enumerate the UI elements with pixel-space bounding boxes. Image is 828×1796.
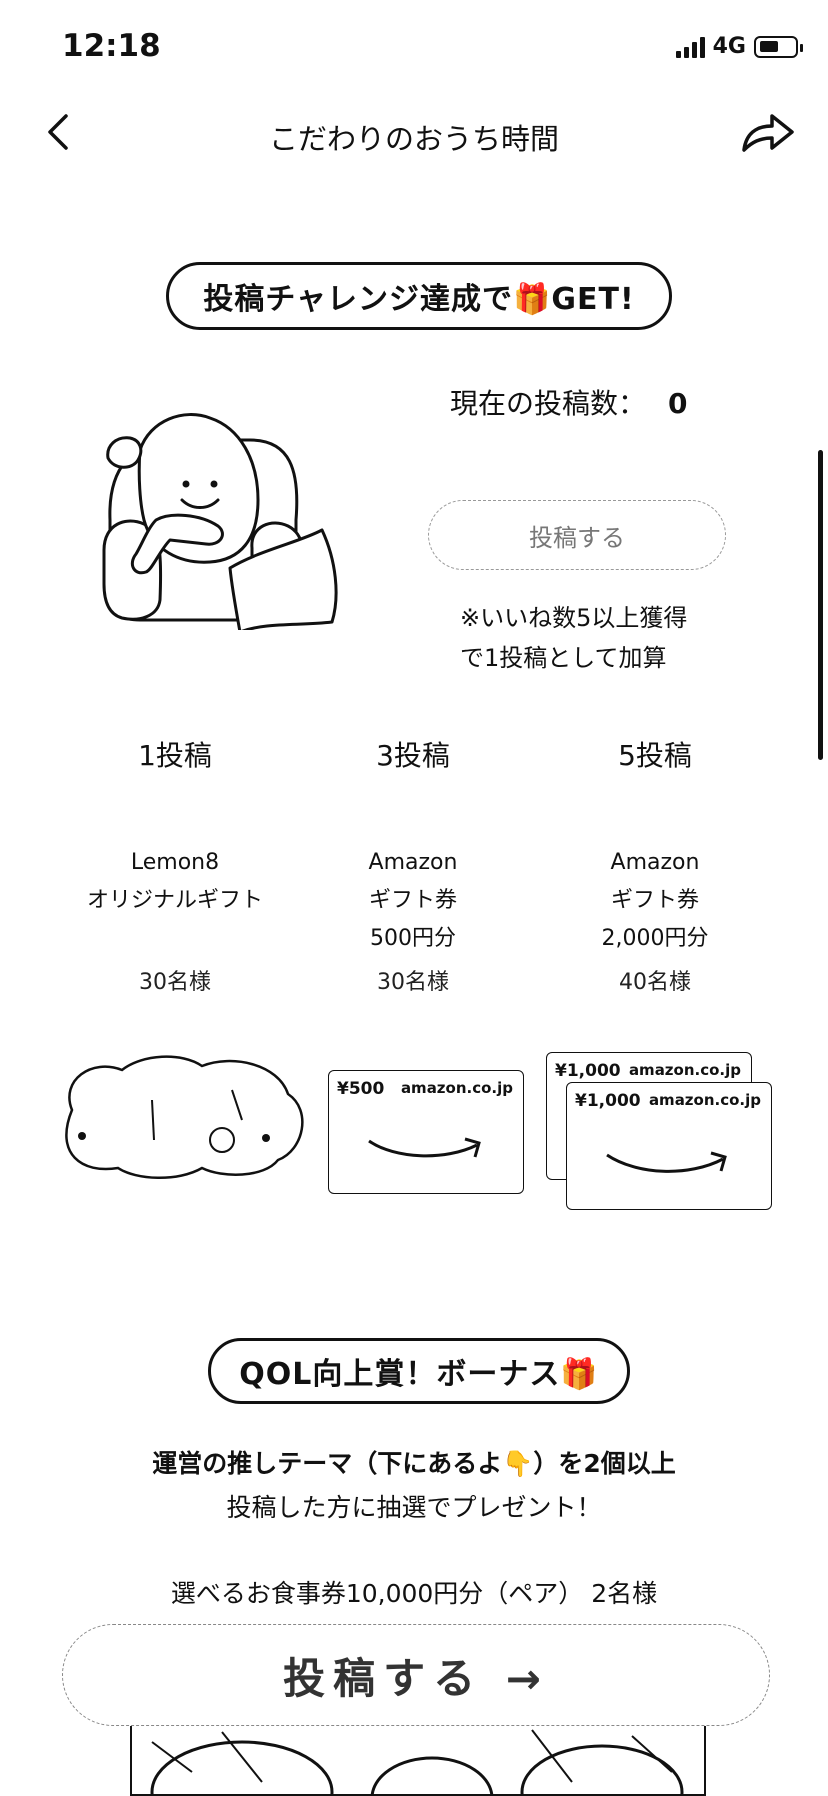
amazon-card-1000-front: ¥1,000 amazon.co.jp — [566, 1082, 772, 1210]
share-icon[interactable] — [740, 108, 796, 156]
post-note-line2: で1投稿として加算 — [460, 644, 667, 672]
card-1000-front-amount: ¥1,000 — [575, 1091, 641, 1111]
status-indicators: 4G — [675, 34, 803, 59]
bonus-heading: QOL向上賞！ボーナス🎁 — [208, 1338, 630, 1404]
amazon-card-500: ¥500 amazon.co.jp — [328, 1070, 524, 1194]
tier-2-desc: Amazon ギフト券 500円分 — [298, 844, 528, 958]
network-label: 4G — [712, 34, 746, 59]
tier-3-line3: 2,000円分 — [601, 926, 709, 951]
tier-2-winners: 30名様 — [377, 970, 449, 995]
food-photo-sketch — [150, 1729, 684, 1794]
post-button-small[interactable]: 投稿する — [428, 500, 726, 570]
amazon-smile-icon — [368, 1137, 481, 1158]
tier-1-line2: オリジナルギフト — [86, 888, 263, 913]
post-button-floating[interactable]: 投稿する → — [62, 1624, 770, 1726]
post-count-row: 現在の投稿数： 0 — [450, 382, 688, 422]
tier-1-title: 1投稿 — [138, 739, 212, 772]
signal-icon — [675, 36, 705, 58]
scrollbar[interactable] — [818, 450, 823, 760]
tier-1-winners: 30名様 — [139, 970, 211, 995]
card-1000-front-brand: amazon.co.jp — [648, 1091, 761, 1109]
page-title: こだわりのおうち時間 — [268, 122, 559, 156]
tier-3-winners: 40名様 — [619, 970, 691, 995]
tier-2-line1: Amazon — [368, 850, 458, 875]
original-gift-image — [65, 1055, 304, 1179]
tier-3-desc: Amazon ギフト券 2,000円分 — [540, 844, 770, 958]
tier-1-desc: Lemon8 オリジナルギフト — [60, 844, 290, 920]
post-note: ※いいね数5以上獲得 で1投稿として加算 — [460, 598, 740, 678]
tier-1-line1: Lemon8 — [130, 850, 220, 875]
bonus-line2: 投稿した方に抽選でプレゼント！ — [226, 1493, 602, 1522]
card-1000-back-amount: ¥1,000 — [555, 1061, 621, 1081]
food-photo — [130, 1720, 706, 1796]
card-1000-back-brand: amazon.co.jp — [628, 1061, 741, 1079]
card-500-brand: amazon.co.jp — [400, 1079, 513, 1097]
tier-2-line3: 500円分 — [370, 926, 456, 951]
status-time: 12:18 — [62, 28, 161, 64]
tier-3-line1: Amazon — [610, 850, 700, 875]
bonus-line1: 運営の推しテーマ（下にあるよ👇）を2個以上 — [152, 1449, 676, 1478]
challenge-heading: 投稿チャレンジ達成で🎁GET! — [166, 262, 672, 330]
tier-3-title: 5投稿 — [618, 739, 692, 772]
bonus-prize: 選べるお食事券10,000円分（ペア） 2名様 — [170, 1579, 658, 1608]
card-500-amount: ¥500 — [337, 1079, 385, 1099]
tier-2-title: 3投稿 — [376, 739, 450, 772]
post-count-label: 現在の投稿数： — [450, 387, 647, 420]
post-note-line1: ※いいね数5以上獲得 — [460, 604, 688, 632]
tier-2-line2: ギフト券 — [368, 888, 457, 913]
post-count-value: 0 — [668, 387, 688, 420]
amazon-smile-icon — [606, 1151, 727, 1173]
lemon-sofa-illustration — [102, 413, 338, 630]
tier-3-line2: ギフト券 — [610, 888, 699, 913]
battery-icon — [754, 35, 803, 58]
